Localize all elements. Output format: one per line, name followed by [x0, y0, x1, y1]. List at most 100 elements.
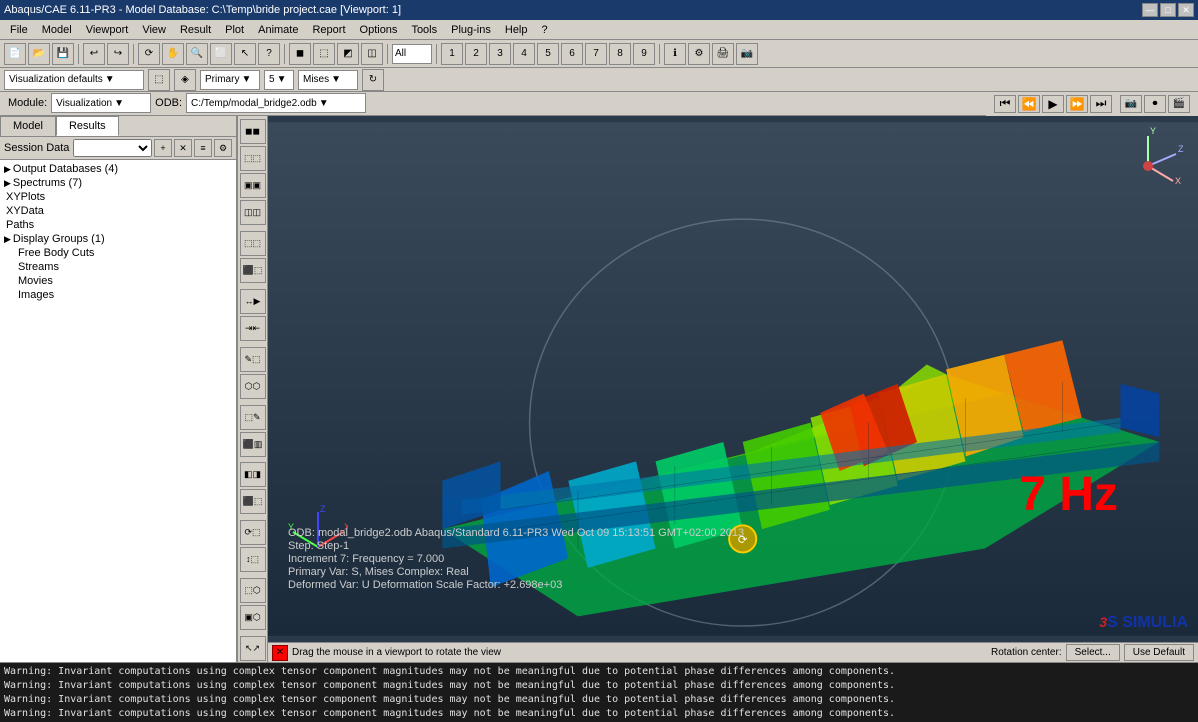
- menu-file[interactable]: File: [4, 22, 34, 38]
- render-btn[interactable]: ◼: [289, 43, 311, 65]
- menu-animate[interactable]: Animate: [252, 22, 304, 38]
- next-button[interactable]: ⏩: [1066, 95, 1088, 113]
- vtb-btn-5[interactable]: ⬚⬚: [240, 231, 266, 256]
- maximize-button[interactable]: □: [1160, 3, 1176, 17]
- vtb-btn-8[interactable]: ⇥⇤: [240, 316, 266, 341]
- view5-btn[interactable]: 5: [537, 43, 559, 65]
- menu-model[interactable]: Model: [36, 22, 78, 38]
- vtb-btn-9[interactable]: ✎⬚: [240, 347, 266, 372]
- tree-xydata[interactable]: XYData: [2, 204, 234, 218]
- camera-capture-button[interactable]: 📷: [1120, 95, 1142, 113]
- tree-free-body-cuts[interactable]: Free Body Cuts: [14, 246, 234, 260]
- module-dropdown[interactable]: Visualization ▼: [51, 93, 151, 113]
- tree-xyplots[interactable]: XYPlots: [2, 190, 234, 204]
- menu-help[interactable]: Help: [499, 22, 534, 38]
- vtb-btn-18[interactable]: ▣⬡: [240, 605, 266, 630]
- redo-btn[interactable]: ↪: [107, 43, 129, 65]
- prev-button[interactable]: ⏪: [1018, 95, 1040, 113]
- vtb-btn-17[interactable]: ⬚⬡: [240, 578, 266, 603]
- mises-dropdown[interactable]: Mises ▼: [298, 70, 358, 90]
- camera-btn[interactable]: 📷: [736, 43, 758, 65]
- print-btn[interactable]: 🖨: [712, 43, 734, 65]
- stop-button[interactable]: ✕: [272, 645, 288, 661]
- menu-report[interactable]: Report: [306, 22, 351, 38]
- fit-btn[interactable]: ⬜: [210, 43, 232, 65]
- tab-results[interactable]: Results: [56, 116, 119, 136]
- tree-streams[interactable]: Streams: [14, 260, 234, 274]
- vtb-btn-13[interactable]: ◧◨: [240, 462, 266, 487]
- vtb-btn-10[interactable]: ⬡⬡: [240, 374, 266, 399]
- query-btn[interactable]: ?: [258, 43, 280, 65]
- skip-start-button[interactable]: ⏮: [994, 95, 1016, 113]
- skip-end-button[interactable]: ⏭: [1090, 95, 1112, 113]
- vtb-btn-16[interactable]: ↕⬚: [240, 547, 266, 572]
- view8-btn[interactable]: 8: [609, 43, 631, 65]
- comp-btn[interactable]: ◈: [174, 69, 196, 91]
- step-num-dropdown[interactable]: 5 ▼: [264, 70, 294, 90]
- new-btn[interactable]: 📄: [4, 43, 26, 65]
- zoom-btn[interactable]: 🔍: [186, 43, 208, 65]
- tree-paths[interactable]: Paths: [2, 218, 234, 232]
- layer-btn[interactable]: ⬚: [148, 69, 170, 91]
- view7-btn[interactable]: 7: [585, 43, 607, 65]
- delete-item-btn[interactable]: ✕: [174, 139, 192, 157]
- refresh-btn[interactable]: ↻: [362, 69, 384, 91]
- select-btn[interactable]: ↖: [234, 43, 256, 65]
- minimize-button[interactable]: —: [1142, 3, 1158, 17]
- pan-btn[interactable]: ✋: [162, 43, 184, 65]
- settings-btn[interactable]: ⚙: [688, 43, 710, 65]
- vtb-btn-1[interactable]: ◼◼: [240, 119, 266, 144]
- vtb-btn-15[interactable]: ⟳⬚: [240, 520, 266, 545]
- tab-model[interactable]: Model: [0, 116, 56, 136]
- tree-spectrums[interactable]: ▶ Spectrums (7): [2, 176, 234, 190]
- tree-output-databases[interactable]: ▶ Output Databases (4): [2, 162, 234, 176]
- use-default-button[interactable]: Use Default: [1124, 644, 1194, 661]
- options-btn[interactable]: ⚙: [214, 139, 232, 157]
- menu-question[interactable]: ?: [536, 22, 554, 38]
- vtb-btn-2[interactable]: ⬚⬚: [240, 146, 266, 171]
- view3-btn[interactable]: 3: [489, 43, 511, 65]
- feat-btn[interactable]: ◫: [361, 43, 383, 65]
- vis-default-dropdown[interactable]: Visualization defaults ▼: [4, 70, 144, 90]
- menu-plugins[interactable]: Plug-ins: [445, 22, 497, 38]
- tree-images[interactable]: Images: [14, 288, 234, 302]
- filter-btn[interactable]: ≡: [194, 139, 212, 157]
- vtb-btn-3[interactable]: ▣▣: [240, 173, 266, 198]
- primary-dropdown[interactable]: Primary ▼: [200, 70, 260, 90]
- vtb-btn-19[interactable]: ↖↗: [240, 636, 266, 661]
- info-btn[interactable]: ℹ: [664, 43, 686, 65]
- menu-plot[interactable]: Plot: [219, 22, 250, 38]
- menu-viewport[interactable]: Viewport: [80, 22, 135, 38]
- view1-btn[interactable]: 1: [441, 43, 463, 65]
- vtb-btn-12[interactable]: ⬛▥: [240, 432, 266, 457]
- 3d-viewport[interactable]: S, Mises Multiple section points (Avg: 7…: [268, 116, 1198, 642]
- step-dropdown[interactable]: All: [392, 44, 432, 64]
- vtb-btn-14[interactable]: ⬛⬚: [240, 489, 266, 514]
- view6-btn[interactable]: 6: [561, 43, 583, 65]
- record-button[interactable]: ⏺: [1144, 95, 1166, 113]
- menu-view[interactable]: View: [136, 22, 172, 38]
- menu-tools[interactable]: Tools: [405, 22, 443, 38]
- menu-options[interactable]: Options: [354, 22, 404, 38]
- odb-dropdown[interactable]: C:/Temp/modal_bridge2.odb ▼: [186, 93, 366, 113]
- view9-btn[interactable]: 9: [633, 43, 655, 65]
- view2-btn[interactable]: 2: [465, 43, 487, 65]
- open-btn[interactable]: 📂: [28, 43, 50, 65]
- select-button[interactable]: Select...: [1066, 644, 1120, 661]
- close-button[interactable]: ✕: [1178, 3, 1194, 17]
- view4-btn[interactable]: 4: [513, 43, 535, 65]
- wire-btn[interactable]: ⬚: [313, 43, 335, 65]
- animate-settings-button[interactable]: 🎬: [1168, 95, 1190, 113]
- vtb-btn-7[interactable]: ↔▶: [240, 289, 266, 314]
- shade-btn[interactable]: ◩: [337, 43, 359, 65]
- play-button[interactable]: ▶: [1042, 95, 1064, 113]
- menu-result[interactable]: Result: [174, 22, 217, 38]
- rotate-btn[interactable]: ⟳: [138, 43, 160, 65]
- session-data-select[interactable]: [73, 139, 152, 157]
- vtb-btn-6[interactable]: ⬛⬚: [240, 258, 266, 283]
- vtb-btn-4[interactable]: ◫◫: [240, 200, 266, 225]
- tree-display-groups[interactable]: ▶ Display Groups (1): [2, 232, 234, 246]
- tree-movies[interactable]: Movies: [14, 274, 234, 288]
- save-btn[interactable]: 💾: [52, 43, 74, 65]
- vtb-btn-11[interactable]: ⬚✎: [240, 405, 266, 430]
